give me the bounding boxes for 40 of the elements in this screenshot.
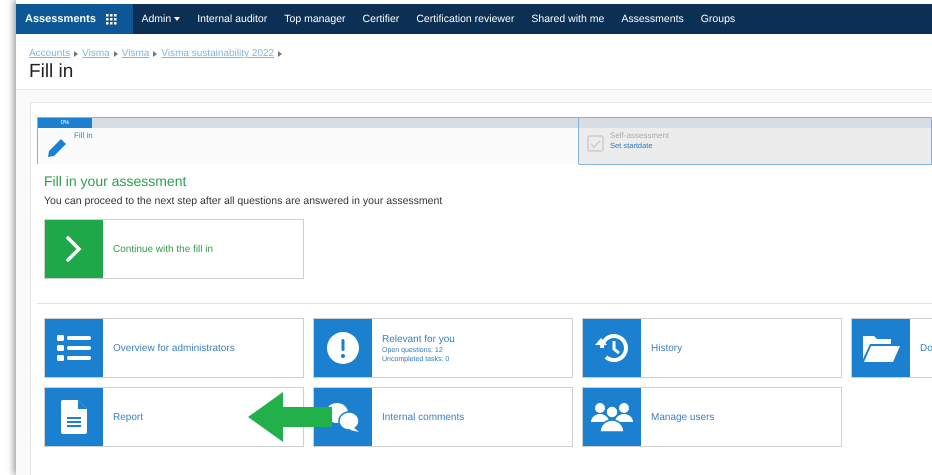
app-grid-icon[interactable] bbox=[106, 14, 117, 24]
chevron-icon bbox=[114, 50, 118, 56]
continue-tile[interactable]: Continue with the fill in bbox=[44, 219, 304, 279]
nav-link[interactable]: Admin bbox=[132, 13, 189, 25]
navigation-tile[interactable]: Manage users bbox=[582, 387, 842, 447]
checkbox-icon bbox=[587, 135, 604, 152]
nav-link[interactable]: Shared with me bbox=[522, 13, 613, 25]
nav-link[interactable]: Groups bbox=[692, 13, 744, 25]
section-description: You can proceed to the next step after all questions are answered in your assessment bbox=[44, 195, 444, 207]
history-icon bbox=[594, 331, 630, 365]
chevron-right-icon bbox=[66, 236, 82, 262]
brand-title[interactable]: Assessments bbox=[25, 13, 96, 25]
page-title: Fill in bbox=[29, 61, 74, 83]
section-heading: Fill in your assessment bbox=[44, 173, 188, 189]
nav-link[interactable]: Top manager bbox=[276, 13, 354, 25]
exclamation-icon bbox=[326, 331, 360, 365]
step-title: Fill in bbox=[74, 131, 93, 140]
folder-icon bbox=[862, 333, 900, 363]
navigation-tile[interactable]: Internal comments bbox=[313, 387, 573, 447]
chevron-icon bbox=[153, 50, 158, 56]
nav-link[interactable]: Certification reviewer bbox=[408, 13, 523, 25]
breadcrumb-link[interactable]: Visma sustainability 2022 bbox=[161, 48, 274, 59]
chevron-icon bbox=[278, 50, 282, 56]
navigation-tile[interactable]: Report bbox=[44, 387, 304, 447]
nav-link[interactable]: Assessments bbox=[612, 13, 692, 25]
nav-link[interactable]: Certifier bbox=[354, 13, 408, 25]
users-icon bbox=[591, 402, 633, 432]
list-icon bbox=[57, 334, 91, 362]
step-title: Self-assessment bbox=[610, 131, 670, 140]
pencil-icon bbox=[46, 137, 68, 159]
breadcrumb-link[interactable]: Accounts bbox=[29, 48, 70, 59]
navigation-tile[interactable]: Overview for administrators bbox=[44, 318, 304, 378]
chevron-icon bbox=[74, 50, 78, 56]
breadcrumb-link[interactable]: Visma bbox=[122, 48, 150, 59]
navigation-tile[interactable]: Do bbox=[851, 318, 932, 378]
nav-link[interactable]: Internal auditor bbox=[188, 13, 276, 25]
caret-icon bbox=[174, 17, 180, 21]
breadcrumb-link[interactable]: Visma bbox=[82, 48, 110, 59]
document-icon bbox=[61, 400, 87, 434]
navigation-tile[interactable]: History bbox=[582, 318, 842, 378]
